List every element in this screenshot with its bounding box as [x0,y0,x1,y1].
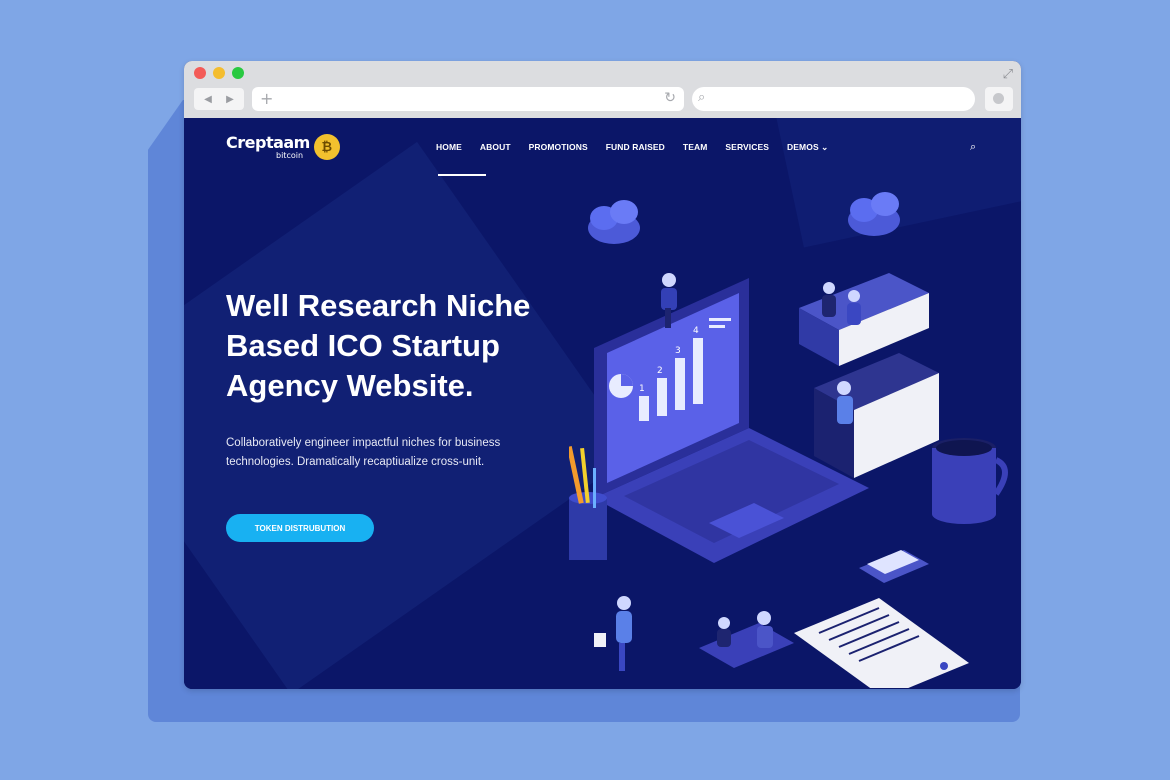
person-figure [594,596,632,671]
maximize-window-button[interactable] [232,67,244,79]
hero-subtitle-line: Collaboratively engineer impactful niche… [226,437,501,449]
hero-title: Well Research Niche Based ICO Startup Ag… [226,286,586,406]
hero-title-line: Based ICO Startup [226,328,500,363]
coffee-mug [932,438,1008,524]
hero-title-line: Agency Website. [226,368,474,403]
bg-shape [184,141,636,689]
hero-title-line: Well Research Niche [226,288,531,323]
books-stack [799,273,939,478]
logo-wordmark: Creptaam [226,133,310,152]
reload-icon[interactable]: ↻ [664,90,676,106]
cloud-icon [848,192,900,236]
forward-arrow-icon[interactable]: ▶ [226,94,234,105]
back-arrow-icon[interactable]: ◀ [204,94,212,105]
isometric-illustration: 1 2 3 4 [569,192,1008,688]
extension-button[interactable] [985,87,1013,111]
notebook [859,550,929,583]
nav-item-home[interactable]: HOME [436,142,462,153]
nav-item-promotions[interactable]: PROMOTIONS [529,142,588,153]
chart-label: 2 [657,366,663,376]
document-paper [794,598,969,688]
nav-item-team[interactable]: TEAM [683,142,707,153]
main-nav: HOME ABOUT PROMOTIONS FUND RAISED TEAM S… [436,142,828,153]
search-icon[interactable]: ⌕ [970,140,976,154]
hero-subtitle-line: technologies. Dramatically recaptiualize… [226,456,485,468]
hero-subtitle: Collaboratively engineer impactful niche… [226,434,546,472]
active-nav-indicator [438,174,486,176]
chart-label: 4 [693,326,699,336]
website-hero: Creptaam ₿ bitcoin HOME ABOUT PROMOTIONS… [184,118,1021,689]
search-icon: ⌕ [698,90,706,105]
chart-label: 3 [675,346,681,356]
logo-tagline: bitcoin [276,151,304,160]
browser-search-bar[interactable]: ⌕ [692,87,975,111]
token-distribution-button[interactable]: TOKEN DISTRUBUTION [226,514,374,542]
minimize-window-button[interactable] [213,67,225,79]
address-bar[interactable]: + ↻ [252,87,684,111]
nav-item-services[interactable]: SERVICES [725,142,769,153]
person-figure [699,611,794,668]
bitcoin-coin-icon: ₿ [313,134,340,160]
site-logo[interactable]: Creptaam ₿ bitcoin [226,134,340,160]
history-nav: ◀ ▶ [194,88,244,110]
chart-label: 1 [639,384,645,394]
close-window-button[interactable] [194,67,206,79]
nav-item-fund-raised[interactable]: FUND RAISED [606,142,665,153]
new-tab-icon[interactable]: + [260,89,273,108]
nav-item-about[interactable]: ABOUT [480,142,511,153]
browser-window: ⤢ ◀ ▶ + ↻ ⌕ Creptaam ₿ bitcoin HOME ABOU… [184,61,1021,689]
fullscreen-icon[interactable]: ⤢ [1003,67,1013,82]
nav-item-demos[interactable]: DEMOS ⌄ [787,142,828,153]
browser-chrome: ⤢ ◀ ▶ + ↻ ⌕ [184,61,1021,118]
cloud-icon [588,200,640,244]
